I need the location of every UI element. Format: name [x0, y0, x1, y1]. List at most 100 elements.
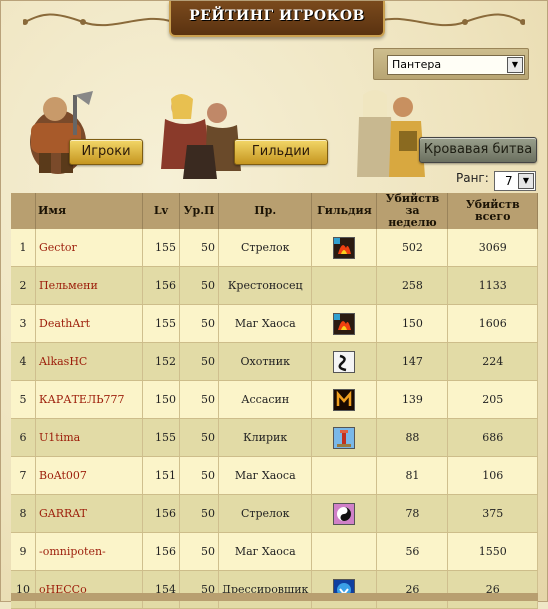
player-level: 156 — [142, 494, 180, 533]
table-row: 3 DeathArt 155 50 Маг Хаоса 150 1606 — [11, 304, 538, 343]
player-name-link[interactable]: -omnipoten- — [35, 532, 143, 571]
server-select[interactable]: Пантера ▼ — [373, 48, 529, 80]
table-row: 9 -omnipoten- 156 50 Маг Хаоса 56 1550 — [11, 532, 538, 571]
player-profession: Маг Хаоса — [218, 456, 313, 495]
chevron-down-icon[interactable]: ▼ — [507, 57, 523, 73]
kills-total: 375 — [447, 494, 538, 533]
guild-swirl-icon[interactable] — [333, 502, 356, 525]
kills-week: 81 — [376, 456, 449, 495]
col-header-ur-p: Ур.П — [179, 193, 219, 229]
table-row: 7 BoAt007 151 50 Маг Хаоса 81 106 — [11, 456, 538, 495]
player-level: 151 — [142, 456, 180, 495]
col-header-profession: Пр. — [218, 193, 313, 229]
player-ur-p: 50 — [179, 342, 219, 381]
player-level: 155 — [142, 418, 180, 457]
row-number: 5 — [11, 380, 36, 419]
player-guild[interactable] — [311, 418, 378, 457]
player-name-link[interactable]: GARRAT — [35, 494, 143, 533]
kills-week: 78 — [376, 494, 449, 533]
player-ur-p: 50 — [179, 266, 219, 305]
player-name-link[interactable]: AlkasHC — [35, 342, 143, 381]
player-profession: Маг Хаоса — [218, 532, 313, 571]
player-name-link[interactable]: КАРАТЕЛЬ777 — [35, 380, 143, 419]
kills-total: 1133 — [447, 266, 538, 305]
kills-total: 3069 — [447, 229, 538, 267]
player-guild[interactable] — [311, 570, 378, 609]
player-profession: Дрессировщик — [218, 570, 313, 609]
page-frame: РЕЙТИНГ ИГРОКОВ Пантера ▼ Игроки Гильдии… — [0, 0, 548, 609]
guild-fire-icon[interactable] — [333, 236, 356, 259]
col-header-guild: Гильдия — [311, 193, 378, 229]
guild-serpent-icon[interactable] — [333, 350, 356, 373]
tab-guilds[interactable]: Гильдии — [234, 139, 328, 165]
guild-fire-icon[interactable] — [333, 312, 356, 335]
kills-total: 205 — [447, 380, 538, 419]
title-banner: РЕЙТИНГ ИГРОКОВ — [169, 1, 385, 37]
player-profession: Ассасин — [218, 380, 313, 419]
guilds-character-art — [161, 94, 241, 179]
player-name-link[interactable]: Пельмени — [35, 266, 143, 305]
kills-total: 224 — [447, 342, 538, 381]
rank-select[interactable]: 7 ▼ — [494, 171, 536, 191]
row-number: 10 — [11, 570, 36, 609]
player-ur-p: 50 — [179, 570, 219, 609]
player-profession: Маг Хаоса — [218, 304, 313, 343]
player-level: 154 — [142, 570, 180, 609]
col-header-level: Lv — [142, 193, 180, 229]
player-name-link[interactable]: BoAt007 — [35, 456, 143, 495]
player-guild[interactable] — [311, 304, 378, 343]
rank-label: Ранг: — [456, 171, 489, 185]
player-name-link[interactable]: Gector — [35, 229, 143, 267]
table-footer-bar — [11, 593, 538, 601]
table-row: 5 КАРАТЕЛЬ777 150 50 Ассасин 139 205 — [11, 380, 538, 419]
col-header-kills-total: Убийств всего — [447, 193, 538, 229]
player-guild[interactable] — [311, 494, 378, 533]
player-profession: Стрелок — [218, 494, 313, 533]
guild-tower-icon[interactable] — [333, 426, 356, 449]
ornament-left — [23, 13, 173, 27]
row-number: 8 — [11, 494, 36, 533]
kills-week: 56 — [376, 532, 449, 571]
blood-battle-character-art — [357, 90, 425, 177]
player-name-link[interactable]: U1tima — [35, 418, 143, 457]
chevron-down-icon[interactable]: ▼ — [518, 173, 534, 189]
kills-total: 686 — [447, 418, 538, 457]
guild-m-rune-icon[interactable] — [333, 388, 356, 411]
table-header-row: Имя Lv Ур.П Пр. Гильдия Убийств за недел… — [11, 193, 538, 229]
table-row: 1 Gector 155 50 Стрелок 502 3069 — [11, 229, 538, 267]
player-ur-p: 50 — [179, 418, 219, 457]
kills-week: 26 — [376, 570, 449, 609]
tab-blood-battle[interactable]: Кровавая битва — [419, 137, 537, 163]
player-name-link[interactable]: DeathArt — [35, 304, 143, 343]
server-select-value: Пантера — [392, 58, 442, 71]
page-title: РЕЙТИНГ ИГРОКОВ — [189, 8, 365, 24]
kills-week: 147 — [376, 342, 449, 381]
player-name-link[interactable]: оНЕССо — [35, 570, 143, 609]
row-number: 7 — [11, 456, 36, 495]
player-guild — [311, 532, 378, 571]
kills-week: 258 — [376, 266, 449, 305]
col-header-kills-week: Убийств за неделю — [376, 193, 449, 229]
row-number: 9 — [11, 532, 36, 571]
kills-week: 139 — [376, 380, 449, 419]
ornament-right — [375, 13, 525, 27]
col-header-name: Имя — [35, 193, 143, 229]
tab-players[interactable]: Игроки — [69, 139, 143, 165]
player-profession: Клирик — [218, 418, 313, 457]
player-guild[interactable] — [311, 229, 378, 267]
player-ur-p: 50 — [179, 380, 219, 419]
player-level: 150 — [142, 380, 180, 419]
player-level: 156 — [142, 266, 180, 305]
kills-week: 150 — [376, 304, 449, 343]
rating-table: Имя Lv Ур.П Пр. Гильдия Убийств за недел… — [11, 193, 538, 609]
player-guild — [311, 266, 378, 305]
player-ur-p: 50 — [179, 304, 219, 343]
player-level: 155 — [142, 229, 180, 267]
player-ur-p: 50 — [179, 494, 219, 533]
table-row: 2 Пельмени 156 50 Крестоносец 258 1133 — [11, 266, 538, 305]
table-row: 4 AlkasHC 152 50 Охотник 147 224 — [11, 342, 538, 381]
col-header-number — [11, 193, 36, 229]
row-number: 4 — [11, 342, 36, 381]
player-guild[interactable] — [311, 342, 378, 381]
player-guild[interactable] — [311, 380, 378, 419]
